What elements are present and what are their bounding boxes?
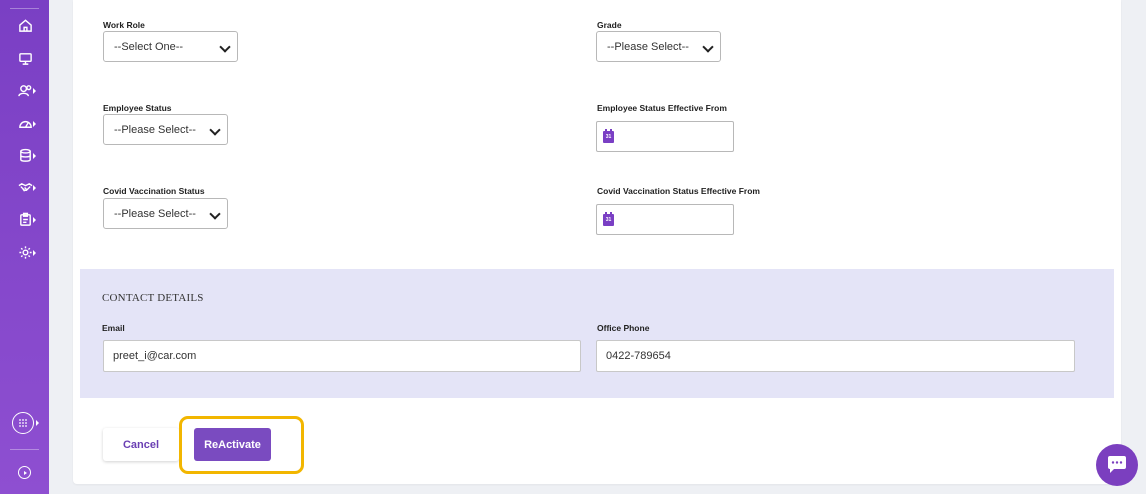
- chevron-right-icon: [33, 250, 36, 256]
- email-label: Email: [102, 323, 125, 333]
- sidebar: [0, 0, 49, 494]
- employee-status-effective-date-input[interactable]: 31: [596, 121, 734, 152]
- employee-status-label: Employee Status: [103, 103, 172, 113]
- covid-status-effective-label: Covid Vaccination Status Effective From: [597, 186, 760, 196]
- office-phone-label: Office Phone: [597, 323, 650, 333]
- chevron-right-icon: [33, 185, 36, 191]
- chevron-right-icon: [33, 88, 36, 94]
- dashboard-gauge-icon[interactable]: [17, 115, 33, 131]
- employee-status-select[interactable]: --Please Select--: [103, 114, 228, 145]
- chevron-down-icon: [209, 208, 221, 220]
- work-role-value: --Select One--: [114, 40, 184, 53]
- employee-status-effective-label: Employee Status Effective From: [597, 103, 727, 113]
- covid-status-label: Covid Vaccination Status: [103, 186, 205, 196]
- settings-gear-icon[interactable]: [17, 244, 33, 260]
- chevron-down-icon: [209, 124, 221, 136]
- chat-bubble-icon: [1108, 456, 1126, 473]
- expand-sidebar-icon[interactable]: [18, 466, 31, 479]
- section-title: CONTACT DETAILS: [102, 292, 204, 304]
- clipboard-icon[interactable]: [17, 211, 33, 227]
- covid-status-select[interactable]: --Please Select--: [103, 198, 228, 229]
- sidebar-divider: [10, 8, 39, 9]
- email-field[interactable]: preet_i@car.com: [103, 340, 581, 372]
- chat-button[interactable]: [1096, 444, 1138, 486]
- employee-form-card: [73, 0, 1121, 484]
- chevron-right-icon: [33, 121, 36, 127]
- office-phone-value: 0422-789654: [606, 350, 671, 362]
- database-icon[interactable]: [17, 147, 33, 163]
- email-value: preet_i@car.com: [113, 350, 197, 362]
- covid-status-value: --Please Select--: [114, 207, 196, 220]
- sidebar-divider: [10, 449, 39, 450]
- reactivate-button[interactable]: ReActivate: [194, 428, 271, 461]
- users-icon[interactable]: [17, 82, 33, 98]
- chevron-right-icon: [33, 217, 36, 223]
- apps-grid-icon[interactable]: [12, 412, 34, 434]
- grade-label: Grade: [597, 20, 622, 30]
- grade-value: --Please Select--: [607, 40, 689, 53]
- covid-status-effective-date-input[interactable]: 31: [596, 204, 734, 235]
- work-role-label: Work Role: [103, 20, 145, 30]
- calendar-icon[interactable]: 31: [603, 129, 614, 143]
- chevron-right-icon: [36, 420, 39, 426]
- calendar-icon[interactable]: 31: [603, 212, 614, 226]
- chevron-down-icon: [219, 41, 231, 53]
- work-role-select[interactable]: --Select One--: [103, 31, 238, 62]
- monitor-icon[interactable]: [17, 50, 33, 66]
- cancel-button[interactable]: Cancel: [103, 428, 179, 461]
- contact-details-section: CONTACT DETAILS Email preet_i@car.com Of…: [80, 269, 1114, 398]
- chevron-right-icon: [33, 153, 36, 159]
- grade-select[interactable]: --Please Select--: [596, 31, 721, 62]
- handshake-icon[interactable]: [17, 179, 33, 195]
- home-icon[interactable]: [17, 17, 33, 33]
- office-phone-field[interactable]: 0422-789654: [596, 340, 1075, 372]
- chevron-down-icon: [702, 41, 714, 53]
- employee-status-value: --Please Select--: [114, 123, 196, 136]
